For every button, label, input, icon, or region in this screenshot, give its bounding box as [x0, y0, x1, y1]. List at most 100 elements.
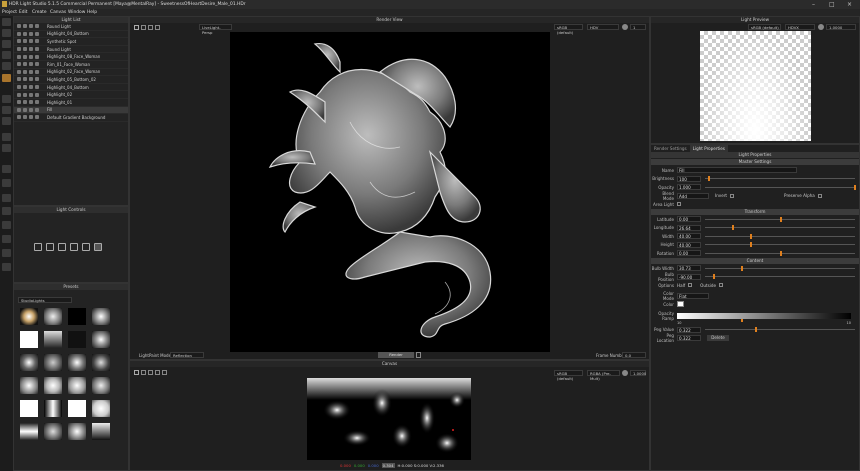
exposure-field[interactable]: 1 [630, 24, 646, 30]
longitude-field[interactable]: 26.64 [677, 224, 701, 231]
presets-dropdown[interactable]: StudioLights [18, 297, 72, 303]
lock-icon[interactable] [29, 92, 33, 97]
solo-icon[interactable] [23, 47, 27, 52]
lock-icon[interactable] [29, 62, 33, 67]
add-icon[interactable] [46, 243, 54, 251]
visibility-icon[interactable] [17, 77, 21, 82]
fullscreen-icon[interactable] [162, 370, 167, 375]
visibility-icon[interactable] [17, 31, 21, 36]
tool-button[interactable] [2, 18, 11, 26]
ramp-peg[interactable] [741, 318, 744, 322]
crosshair-icon[interactable] [58, 243, 66, 251]
lock-icon[interactable] [29, 39, 33, 44]
fit-icon[interactable] [155, 370, 160, 375]
preset-thumbnail[interactable] [44, 423, 62, 440]
menu-canvas[interactable]: Canvas [50, 10, 66, 15]
tool-button[interactable] [2, 95, 11, 103]
solo-icon[interactable] [23, 115, 27, 120]
exposure-icon[interactable] [622, 24, 628, 30]
solo-icon[interactable] [23, 62, 27, 67]
minimize-button[interactable]: – [812, 1, 815, 8]
preset-thumbnail[interactable] [44, 377, 62, 394]
fit-icon[interactable] [155, 25, 160, 30]
rotate-icon[interactable] [70, 243, 78, 251]
render-image[interactable] [230, 32, 550, 352]
move-icon[interactable] [34, 243, 42, 251]
visibility-icon[interactable] [17, 92, 21, 97]
help-icon[interactable] [2, 263, 11, 271]
latitude-slider-handle[interactable] [780, 216, 782, 222]
bulb-position-slider-handle[interactable] [712, 274, 715, 280]
solo-icon[interactable] [23, 92, 27, 97]
tool-button[interactable] [2, 235, 11, 243]
light-list-item[interactable]: Highlight_08_Face_Woman [14, 53, 128, 61]
rotation-slider-handle[interactable] [780, 250, 782, 256]
name-field[interactable]: Fill [677, 167, 797, 174]
preset-thumbnail[interactable] [20, 308, 38, 325]
hdr-canvas-image[interactable] [307, 378, 471, 460]
visibility-icon[interactable] [17, 69, 21, 74]
color-space-dropdown[interactable]: sRGB (default) [554, 24, 583, 35]
preset-thumbnail[interactable] [68, 423, 86, 440]
tool-button[interactable] [2, 194, 11, 202]
tool-button[interactable] [2, 106, 11, 114]
latitude-slider[interactable] [705, 216, 855, 222]
canvas-format-dropdown[interactable]: RGBA (Pre-Mult) [587, 370, 620, 381]
preset-thumbnail[interactable] [68, 308, 86, 325]
master-settings-header[interactable]: Master Settings [651, 159, 859, 165]
menu-project[interactable]: Project [2, 10, 17, 15]
light-list-item[interactable]: Synthetic Spot [14, 38, 128, 46]
solo-icon[interactable] [23, 54, 27, 59]
solo-icon[interactable] [23, 69, 27, 74]
preset-thumbnail[interactable] [92, 308, 110, 325]
menu-create[interactable]: Create [32, 10, 47, 15]
menu-edit[interactable]: Edit [19, 10, 28, 15]
tool-button[interactable] [2, 62, 11, 70]
light-list-item[interactable]: Highlight_04_Bottom [14, 31, 128, 39]
rotation-field[interactable]: 0.00 [677, 250, 701, 257]
pen-icon[interactable] [134, 370, 139, 375]
rotation-slider[interactable] [705, 250, 855, 256]
exposure-icon[interactable] [818, 24, 824, 30]
tool-button[interactable] [2, 40, 11, 48]
visibility-icon[interactable] [17, 107, 21, 112]
visibility-icon[interactable] [17, 115, 21, 120]
color-swatch[interactable] [677, 301, 684, 308]
zoom-icon[interactable] [148, 25, 153, 30]
scale-icon[interactable] [94, 243, 102, 251]
preset-thumbnail[interactable] [20, 331, 38, 348]
height-slider-handle[interactable] [750, 242, 752, 248]
width-slider[interactable] [705, 233, 855, 239]
tab-render-settings[interactable]: Render Settings [651, 145, 690, 152]
preset-thumbnail[interactable] [68, 354, 86, 371]
lock-icon[interactable] [29, 107, 33, 112]
light-list-item[interactable]: Highlight_02 [14, 91, 128, 99]
visibility-icon[interactable] [17, 24, 21, 29]
close-button[interactable]: × [847, 1, 852, 8]
display-dropdown[interactable]: HDV [587, 24, 619, 30]
peg-value-field[interactable]: 0.322 [677, 326, 701, 333]
brightness-field[interactable]: 100 [677, 175, 701, 182]
preset-thumbnail[interactable] [92, 400, 110, 417]
light-list-item[interactable]: Round Light [14, 23, 128, 31]
pen-icon[interactable] [134, 25, 139, 30]
tab-light-properties[interactable]: Light Properties [689, 145, 728, 152]
maximize-button[interactable]: □ [829, 1, 835, 8]
height-slider[interactable] [705, 242, 855, 248]
longitude-slider[interactable] [705, 225, 855, 231]
preset-thumbnail[interactable] [44, 354, 62, 371]
preset-thumbnail[interactable] [20, 377, 38, 394]
preset-thumbnail[interactable] [20, 423, 38, 440]
light-list-item[interactable]: Highlight_02_Face_Woman [14, 69, 128, 77]
light-list-item[interactable]: Highlight_05_Bottom_02 [14, 76, 128, 84]
preset-thumbnail[interactable] [92, 377, 110, 394]
light-list-item[interactable]: Default Gradient Background [14, 114, 128, 122]
tool-button-active[interactable] [2, 74, 11, 82]
visibility-icon[interactable] [17, 100, 21, 105]
visibility-icon[interactable] [17, 62, 21, 67]
target-icon[interactable] [82, 243, 90, 251]
area-light-checkbox[interactable] [677, 202, 681, 207]
lock-icon[interactable] [29, 54, 33, 59]
bulb-width-slider-handle[interactable] [741, 265, 743, 271]
preset-thumbnail[interactable] [44, 308, 62, 325]
